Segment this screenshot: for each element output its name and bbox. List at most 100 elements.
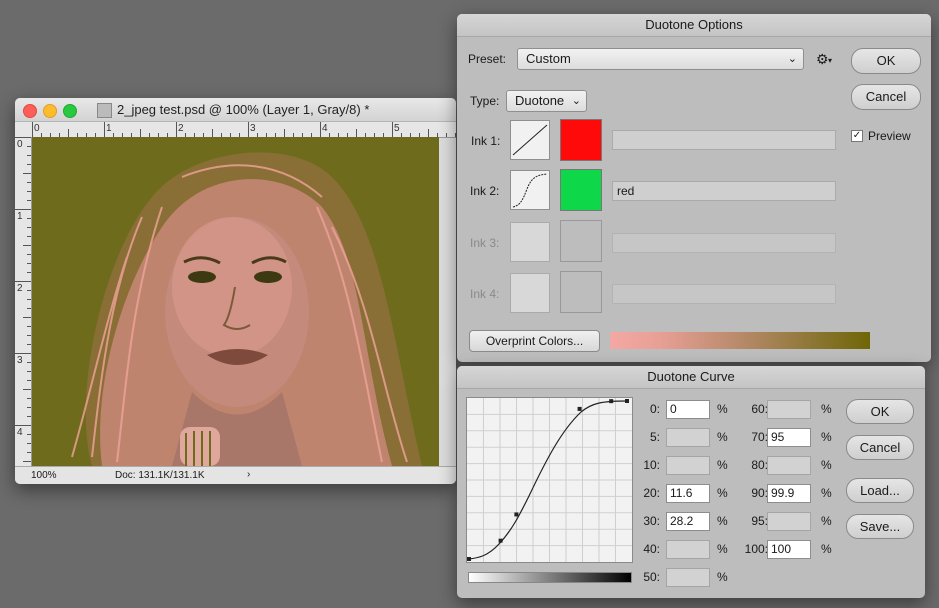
curve-cancel-button[interactable]: Cancel: [846, 435, 914, 460]
curve-left-value-field[interactable]: [666, 540, 710, 559]
horizontal-ruler[interactable]: 0 1 2 3 4 5: [32, 122, 456, 138]
preset-select[interactable]: Custom ⌄: [517, 48, 804, 70]
curve-left-value-field[interactable]: 11.6: [666, 484, 710, 503]
type-label: Type:: [470, 94, 500, 108]
ink-4-label: Ink 4:: [470, 287, 500, 301]
curve-left-label: 40:: [643, 542, 660, 556]
ink-1-color-swatch[interactable]: [560, 119, 602, 161]
ink-2-label: Ink 2:: [470, 184, 500, 198]
ink-2-name-field[interactable]: red: [612, 181, 836, 201]
ruler-number: 2: [17, 283, 23, 294]
percent-sign: %: [821, 458, 832, 472]
curve-left-value-field[interactable]: [666, 456, 710, 475]
curve-point: [609, 399, 614, 404]
curve-load-button[interactable]: Load...: [846, 478, 914, 503]
dialog-title: Duotone Options: [457, 14, 931, 37]
ink-3-color-swatch: [560, 220, 602, 262]
curve-right-value-field[interactable]: [767, 512, 811, 531]
curve-point: [467, 557, 471, 561]
percent-sign: %: [717, 458, 728, 472]
percent-sign: %: [821, 402, 832, 416]
ink-1-name-field[interactable]: [612, 130, 836, 150]
curve-right-label: 70:: [751, 430, 768, 444]
percent-sign: %: [821, 542, 832, 556]
ruler-number: 5: [394, 123, 400, 134]
ink-2-curve-button[interactable]: [510, 170, 550, 210]
curve-point: [514, 512, 519, 517]
ruler-number: 4: [17, 427, 23, 438]
curve-left-value-field[interactable]: [666, 428, 710, 447]
ok-button[interactable]: OK: [851, 48, 921, 74]
percent-sign: %: [717, 430, 728, 444]
curve-graph[interactable]: [466, 397, 633, 563]
close-button[interactable]: [23, 104, 37, 118]
preset-value: Custom: [526, 51, 571, 66]
chevron-down-icon: ⌄: [787, 53, 797, 65]
document-title-bar[interactable]: 2_jpeg test.psd @ 100% (Layer 1, Gray/8)…: [15, 98, 456, 122]
ink-2-curve-preview: [512, 173, 548, 208]
status-menu-arrow-icon[interactable]: ›: [247, 469, 250, 480]
document-size-info: Doc: 131.1K/131.1K: [115, 470, 205, 481]
duotone-gradient-preview: [610, 332, 870, 349]
curve-left-label: 0:: [649, 402, 660, 416]
document-window: 2_jpeg test.psd @ 100% (Layer 1, Gray/8)…: [15, 98, 456, 484]
curve-right-label: 95:: [751, 514, 768, 528]
type-value: Duotone: [515, 93, 565, 108]
chevron-down-icon: ⌄: [571, 95, 581, 107]
vertical-ruler-ticks: [15, 137, 31, 462]
ink-3-name-field: [612, 233, 836, 253]
curve-right-value-field[interactable]: [767, 456, 811, 475]
ink-4-curve-button: [510, 273, 550, 313]
curve-graph-plot: [467, 398, 632, 562]
percent-sign: %: [717, 514, 728, 528]
preview-checkbox[interactable]: ✓: [851, 130, 863, 142]
curve-left-value-field[interactable]: [666, 568, 710, 587]
overprint-colors-button[interactable]: Overprint Colors...: [469, 330, 600, 352]
curve-left-label: 5:: [649, 430, 660, 444]
ink-1-curve-button[interactable]: [510, 120, 550, 160]
curve-right-value-field[interactable]: 95: [767, 428, 811, 447]
gear-icon[interactable]: ⚙: [816, 51, 829, 68]
zoom-button[interactable]: [63, 104, 77, 118]
duotone-portrait-image: [32, 137, 439, 466]
preview-label: Preview: [868, 129, 911, 143]
minimize-button[interactable]: [43, 104, 57, 118]
curve-right-label: 100:: [744, 542, 768, 556]
ruler-number: 2: [178, 123, 184, 134]
horizontal-ruler-ticks: [32, 122, 456, 137]
percent-sign: %: [717, 486, 728, 500]
curve-right-label: 60:: [751, 402, 768, 416]
curve-right-value-field[interactable]: [767, 400, 811, 419]
cancel-button[interactable]: Cancel: [851, 84, 921, 110]
curve-left-value-field[interactable]: 28.2: [666, 512, 710, 531]
curve-ok-button[interactable]: OK: [846, 399, 914, 424]
ruler-number: 3: [250, 123, 256, 134]
image-canvas[interactable]: [32, 137, 439, 466]
ruler-number: 0: [17, 139, 23, 150]
document-title: 2_jpeg test.psd @ 100% (Layer 1, Gray/8)…: [117, 102, 370, 117]
curve-point: [498, 538, 503, 543]
preset-label: Preset:: [468, 52, 507, 66]
curve-right-value-field[interactable]: 100: [767, 540, 811, 559]
ink-3-label: Ink 3:: [470, 236, 500, 250]
curve-right-label: 80:: [751, 458, 768, 472]
percent-sign: %: [717, 570, 728, 584]
ruler-number: 3: [17, 355, 23, 366]
document-status-bar: 100% Doc: 131.1K/131.1K ›: [15, 466, 456, 484]
ruler-corner[interactable]: [15, 122, 32, 138]
duotone-curve-dialog: Duotone Curve OK Cancel Load... Save... …: [457, 366, 925, 598]
vertical-ruler[interactable]: 0 1 2 3 4: [15, 137, 32, 466]
curve-right-value-field[interactable]: 99.9: [767, 484, 811, 503]
ink-1-label: Ink 1:: [471, 134, 501, 148]
curve-save-button[interactable]: Save...: [846, 514, 914, 539]
type-select[interactable]: Duotone ⌄: [506, 90, 587, 112]
ink-2-color-swatch[interactable]: [560, 169, 602, 211]
curve-left-label: 30:: [643, 514, 660, 528]
percent-sign: %: [821, 514, 832, 528]
ink-3-curve-button: [510, 222, 550, 262]
curve-gradient-bar: [468, 572, 632, 583]
duotone-options-dialog: Duotone Options Preset: Custom ⌄ ⚙ ▾ OK …: [457, 14, 931, 362]
curve-left-value-field[interactable]: 0: [666, 400, 710, 419]
ink-4-color-swatch: [560, 271, 602, 313]
zoom-level[interactable]: 100%: [31, 470, 57, 481]
